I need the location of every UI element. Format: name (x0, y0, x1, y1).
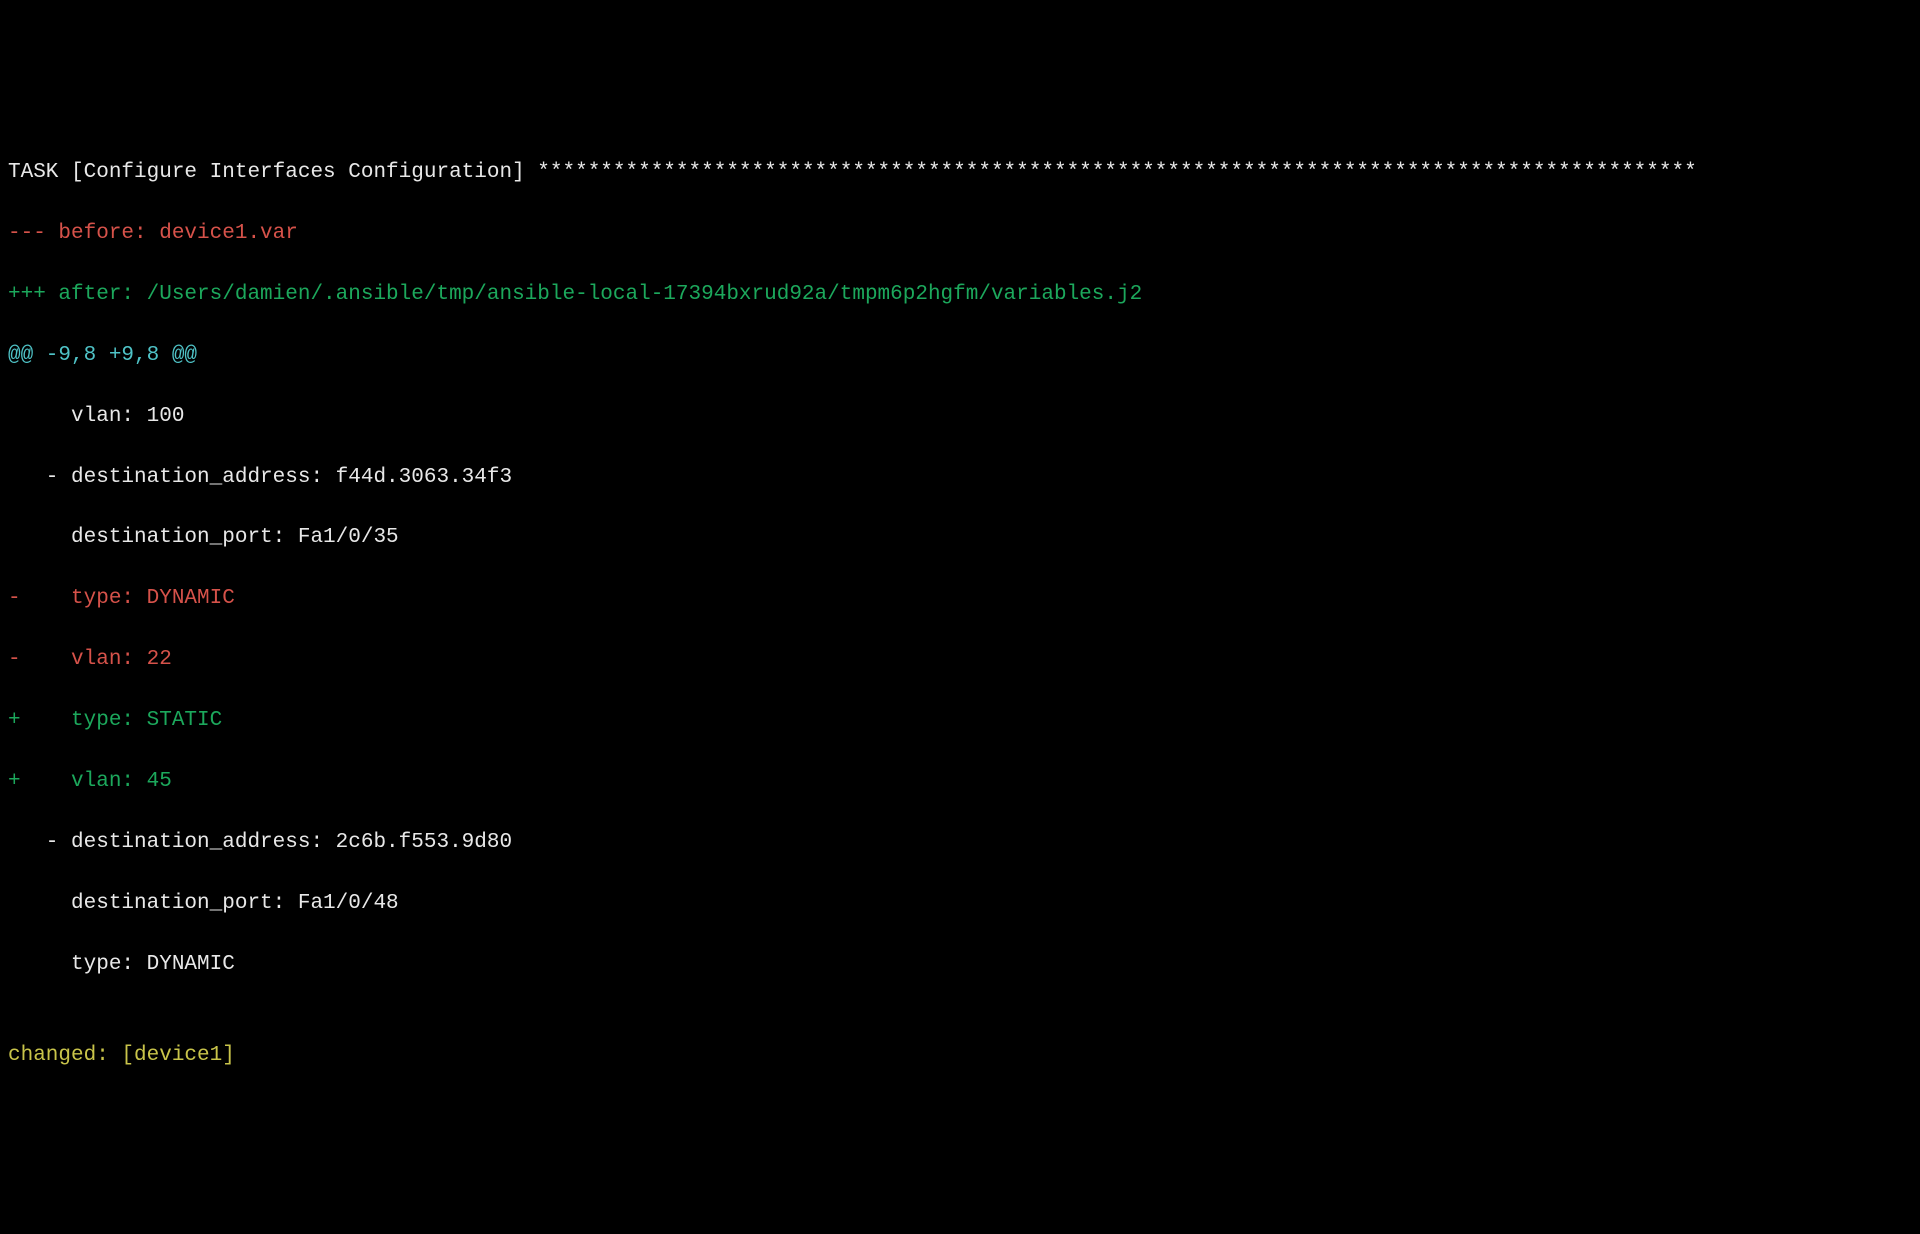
context-line: - destination_address: 2c6b.f553.9d80 (8, 828, 1912, 858)
terminal-output: TASK [Configure Interfaces Configuration… (8, 128, 1912, 1102)
context-line: type: DYNAMIC (8, 950, 1912, 980)
changed-result-line: changed: [device1] (8, 1041, 1912, 1071)
diff-removed-line: - type: DYNAMIC (8, 584, 1912, 614)
diff-added-line: + vlan: 45 (8, 767, 1912, 797)
context-line: destination_port: Fa1/0/48 (8, 889, 1912, 919)
diff-before-line: --- before: device1.var (8, 219, 1912, 249)
diff-removed-line: - vlan: 22 (8, 645, 1912, 675)
context-line: vlan: 100 (8, 402, 1912, 432)
diff-after-line: +++ after: /Users/damien/.ansible/tmp/an… (8, 280, 1912, 310)
hunk-header-line: @@ -9,8 +9,8 @@ (8, 341, 1912, 371)
task-header-line: TASK [Configure Interfaces Configuration… (8, 158, 1912, 188)
diff-added-line: + type: STATIC (8, 706, 1912, 736)
context-line: - destination_address: f44d.3063.34f3 (8, 463, 1912, 493)
context-line: destination_port: Fa1/0/35 (8, 523, 1912, 553)
